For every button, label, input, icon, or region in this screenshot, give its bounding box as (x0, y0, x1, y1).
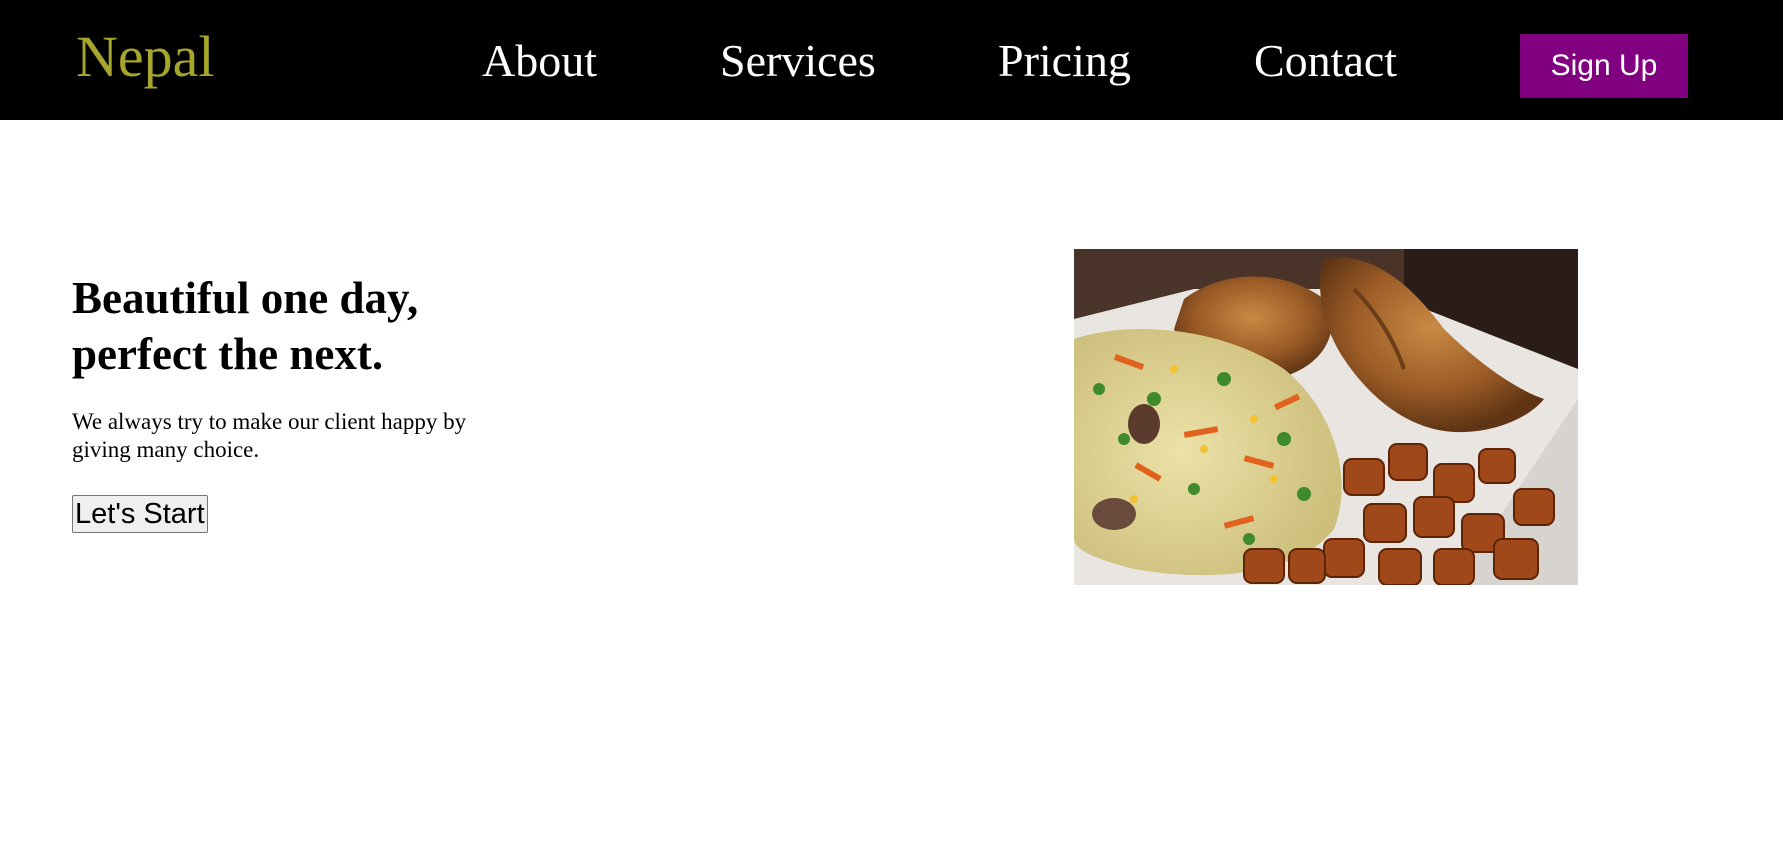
brand-logo-text[interactable]: Nepal (76, 22, 215, 92)
sign-up-button[interactable]: Sign Up (1520, 34, 1688, 98)
nav-link-contact[interactable]: Contact (1254, 32, 1397, 90)
hero-title: Beautiful one day, perfect the next. (72, 270, 552, 382)
hero-title-line-2: perfect the next. (72, 329, 384, 379)
nav-link-services[interactable]: Services (720, 32, 876, 90)
top-navbar: Nepal About Services Pricing Contact Sig… (0, 0, 1783, 120)
lets-start-button[interactable]: Let's Start (72, 495, 208, 533)
hero-title-line-1: Beautiful one day, (72, 273, 419, 323)
food-plate-image (1074, 249, 1578, 585)
hero-subtitle: We always try to make our client happy b… (72, 409, 467, 462)
nav-link-pricing[interactable]: Pricing (998, 32, 1131, 90)
nav-link-about[interactable]: About (482, 32, 597, 90)
